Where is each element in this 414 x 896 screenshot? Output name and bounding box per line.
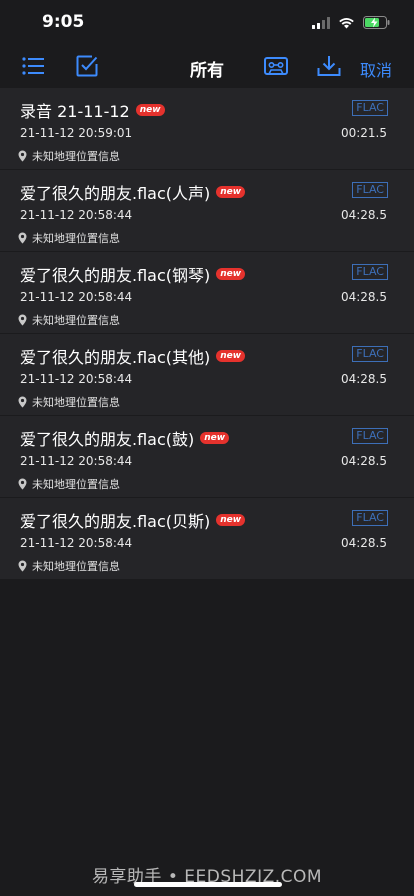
recording-row[interactable]: 爱了很久的朋友.flac(贝斯) new FLAC 21-11-12 20:58… [0, 498, 414, 580]
recording-title: 爱了很久的朋友.flac(贝斯) [20, 512, 211, 531]
recording-title-line: 爱了很久的朋友.flac(鼓) new [20, 426, 230, 450]
wifi-icon [338, 14, 355, 33]
new-badge: new [200, 432, 230, 444]
recording-title-line: 爱了很久的朋友.flac(其他) new [20, 344, 246, 368]
format-badge: FLAC [352, 346, 388, 362]
location-text: 未知地理位置信息 [32, 560, 120, 573]
location-text: 未知地理位置信息 [32, 478, 120, 491]
location-pin-icon [18, 314, 27, 326]
recording-duration: 00:21.5 [340, 126, 387, 140]
download-icon[interactable] [317, 54, 341, 78]
cancel-button[interactable]: 取消 [360, 57, 392, 81]
recording-title: 录音 21-11-12 [20, 102, 130, 121]
new-badge: new [216, 186, 246, 198]
status-time: 9:05 [42, 12, 85, 32]
recording-title: 爱了很久的朋友.flac(鼓) [20, 430, 195, 449]
recording-row[interactable]: 爱了很久的朋友.flac(鼓) new FLAC 21-11-12 20:58:… [0, 416, 414, 498]
format-badge: FLAC [352, 264, 388, 280]
recording-location: 未知地理位置信息 [18, 558, 120, 574]
location-pin-icon [18, 232, 27, 244]
recording-date: 21-11-12 20:58:44 [20, 372, 133, 386]
format-badge: FLAC [352, 100, 388, 116]
recording-duration: 04:28.5 [340, 536, 387, 550]
recording-title-line: 爱了很久的朋友.flac(钢琴) new [20, 262, 246, 286]
recording-location: 未知地理位置信息 [18, 312, 120, 328]
recording-duration: 04:28.5 [340, 454, 387, 468]
recording-title: 爱了很久的朋友.flac(钢琴) [20, 266, 211, 285]
battery-charging-icon [363, 14, 390, 33]
new-badge: new [216, 514, 246, 526]
recording-date: 21-11-12 20:58:44 [20, 290, 133, 304]
recording-title-line: 爱了很久的朋友.flac(人声) new [20, 180, 246, 204]
recording-row[interactable]: 爱了很久的朋友.flac(钢琴) new FLAC 21-11-12 20:58… [0, 252, 414, 334]
location-pin-icon [18, 478, 27, 490]
recording-list: 录音 21-11-12 new FLAC 21-11-12 20:59:01 0… [0, 88, 414, 580]
format-badge: FLAC [352, 428, 388, 444]
recording-date: 21-11-12 20:59:01 [20, 126, 133, 140]
recording-row[interactable]: 爱了很久的朋友.flac(人声) new FLAC 21-11-12 20:58… [0, 170, 414, 252]
recording-location: 未知地理位置信息 [18, 230, 120, 246]
recording-date: 21-11-12 20:58:44 [20, 208, 133, 222]
location-pin-icon [18, 560, 27, 572]
location-pin-icon [18, 396, 27, 408]
location-pin-icon [18, 150, 27, 162]
location-text: 未知地理位置信息 [32, 232, 120, 245]
recording-location: 未知地理位置信息 [18, 476, 120, 492]
recording-row[interactable]: 爱了很久的朋友.flac(其他) new FLAC 21-11-12 20:58… [0, 334, 414, 416]
new-badge: new [216, 268, 246, 280]
recording-duration: 04:28.5 [340, 290, 387, 304]
new-badge: new [135, 104, 165, 116]
recording-title-line: 爱了很久的朋友.flac(贝斯) new [20, 508, 246, 532]
recording-duration: 04:28.5 [340, 372, 387, 386]
recording-title-line: 录音 21-11-12 new [20, 98, 165, 122]
status-icons [312, 14, 390, 33]
new-badge: new [216, 350, 246, 362]
recording-date: 21-11-12 20:58:44 [20, 536, 133, 550]
recording-location: 未知地理位置信息 [18, 394, 120, 410]
format-badge: FLAC [352, 510, 388, 526]
toolbar: 所有 取消 [0, 46, 414, 88]
recording-row[interactable]: 录音 21-11-12 new FLAC 21-11-12 20:59:01 0… [0, 88, 414, 170]
recording-location: 未知地理位置信息 [18, 148, 120, 164]
recording-title: 爱了很久的朋友.flac(人声) [20, 184, 211, 203]
location-text: 未知地理位置信息 [32, 150, 120, 163]
recording-title: 爱了很久的朋友.flac(其他) [20, 348, 211, 367]
home-indicator[interactable] [134, 882, 282, 887]
cellular-signal-icon [312, 14, 330, 33]
recording-date: 21-11-12 20:58:44 [20, 454, 133, 468]
format-badge: FLAC [352, 182, 388, 198]
location-text: 未知地理位置信息 [32, 314, 120, 327]
cassette-tape-icon[interactable] [263, 54, 289, 78]
recording-duration: 04:28.5 [340, 208, 387, 222]
status-bar: 9:05 [0, 0, 414, 46]
page-title: 所有 [190, 61, 224, 81]
location-text: 未知地理位置信息 [32, 396, 120, 409]
